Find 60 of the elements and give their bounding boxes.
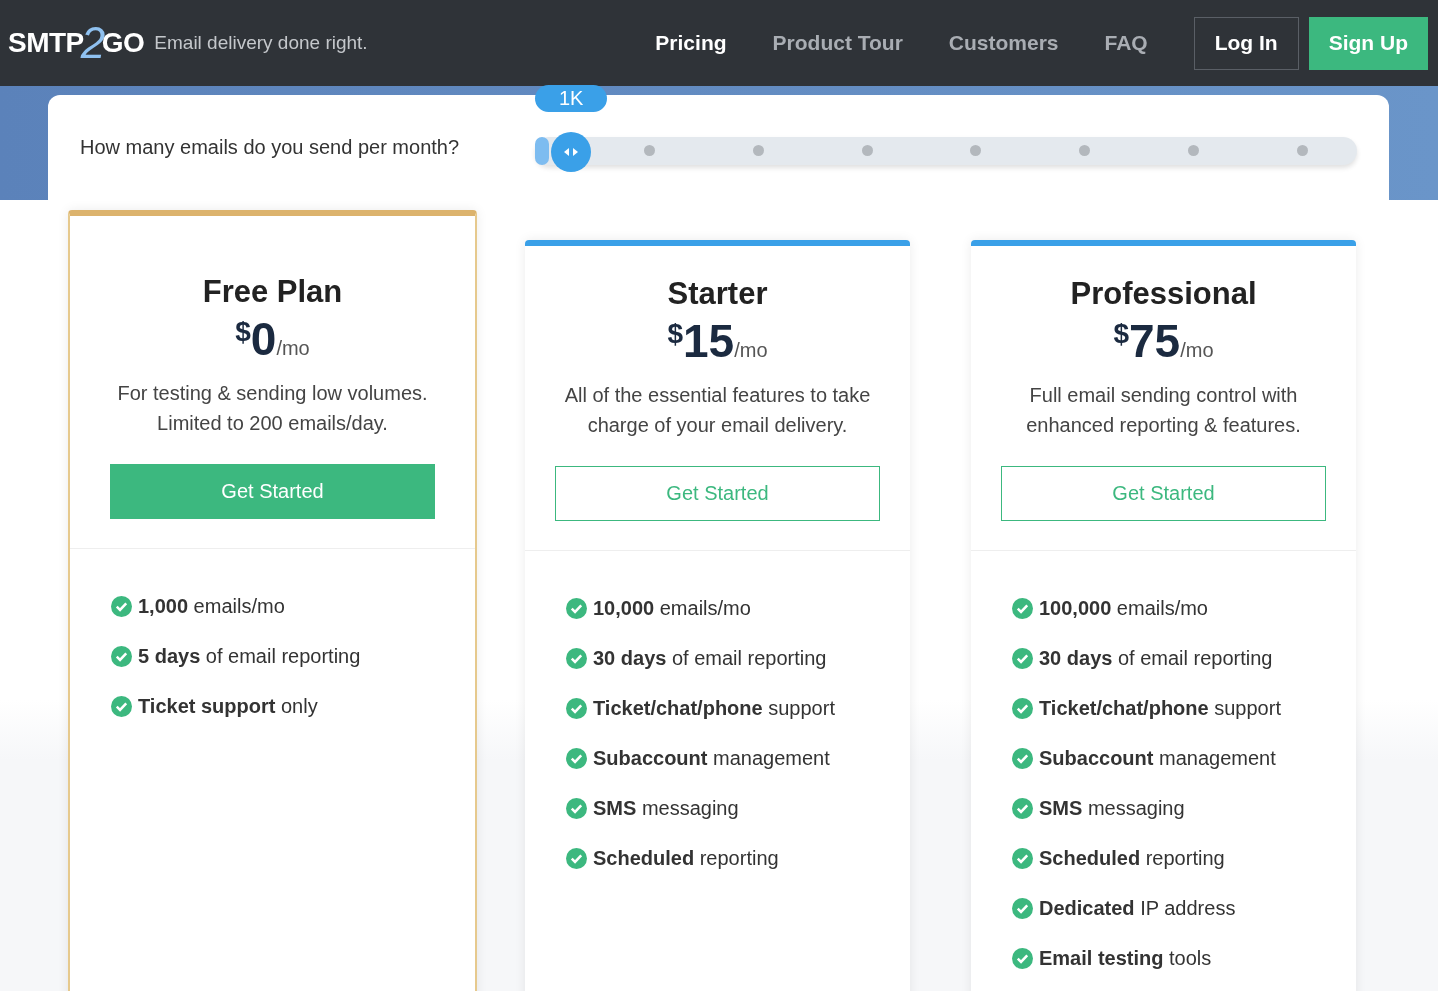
slider-stop[interactable] [1297,145,1308,156]
nav-link[interactable]: Product Tour [772,31,903,55]
check-icon [1012,947,1033,969]
feature-text: Scheduled reporting [593,846,779,870]
plan-price: $^{$}$0/mo [235,312,310,366]
plan-name: Professional [1070,276,1257,312]
feature-text: Subaccount management [1039,746,1276,770]
feature-text: Subaccount management [593,746,830,770]
check-icon [1012,647,1033,669]
check-icon [566,647,587,669]
value-tooltip: 1K [535,84,608,112]
feature-text: 30 days of email reporting [1039,646,1273,670]
check-icon [1012,897,1033,919]
plan-description: All of the essential features to take charge of your email delivery. [563,383,872,438]
plan-name: Free Plan [202,274,343,310]
volume-question: How many emails do you send per month? [80,136,461,159]
plan-description: For testing & sending low volumes. Limited to 200 emails/day. [116,381,429,436]
slider-stop[interactable] [1079,145,1091,156]
feature-text: Ticket/chat/phone support [1039,696,1281,720]
feature-text: Ticket support only [138,694,318,718]
check-icon [1012,797,1033,819]
login-button[interactable]: Log In [1193,16,1299,70]
check-icon [1012,597,1033,619]
check-icon [566,747,587,769]
slider-stop[interactable] [1188,145,1200,156]
check-icon [566,797,587,819]
feature-text: Email testing tools [1039,946,1212,970]
check-icon [1012,697,1033,719]
nav-link[interactable]: Pricing [655,31,727,55]
check-icon [1012,747,1033,769]
check-icon [1012,847,1033,869]
check-icon [111,645,132,667]
slider-thumb[interactable] [551,131,592,172]
check-icon [111,695,132,717]
check-icon [111,595,132,617]
slider-track[interactable] [535,136,1357,165]
feature-text: SMS messaging [593,796,739,820]
feature-text: 1,000 emails/mo [138,594,285,618]
check-icon [566,597,587,619]
plan-description: Full email sending control with enhanced reporting & features. [1025,383,1302,438]
feature-text: Dedicated IP address [1039,896,1236,920]
check-icon [566,697,587,719]
check-icon [566,847,587,869]
slider-stop[interactable] [861,145,873,156]
nav-link[interactable]: Customers [948,31,1059,55]
slider-stop[interactable] [970,145,982,156]
feature-text: Scheduled reporting [1039,846,1225,870]
plan-price: $^{$}$15/mo [667,314,768,368]
feature-text: 100,000 emails/mo [1039,596,1208,620]
feature-text: 30 days of email reporting [593,646,827,670]
feature-text: 10,000 emails/mo [593,596,751,620]
plan-price: $^{$}$75/mo [1113,314,1214,368]
slider-stop[interactable] [643,145,655,156]
feature-text: 5 days of email reporting [138,644,361,668]
tagline: Email delivery done right. [154,32,368,54]
plan-name: Starter [667,276,768,312]
feature-text: Ticket/chat/phone support [593,696,835,720]
feature-text: SMS messaging [1039,796,1185,820]
slider-stop[interactable] [752,145,764,156]
nav-link[interactable]: FAQ [1104,31,1148,55]
